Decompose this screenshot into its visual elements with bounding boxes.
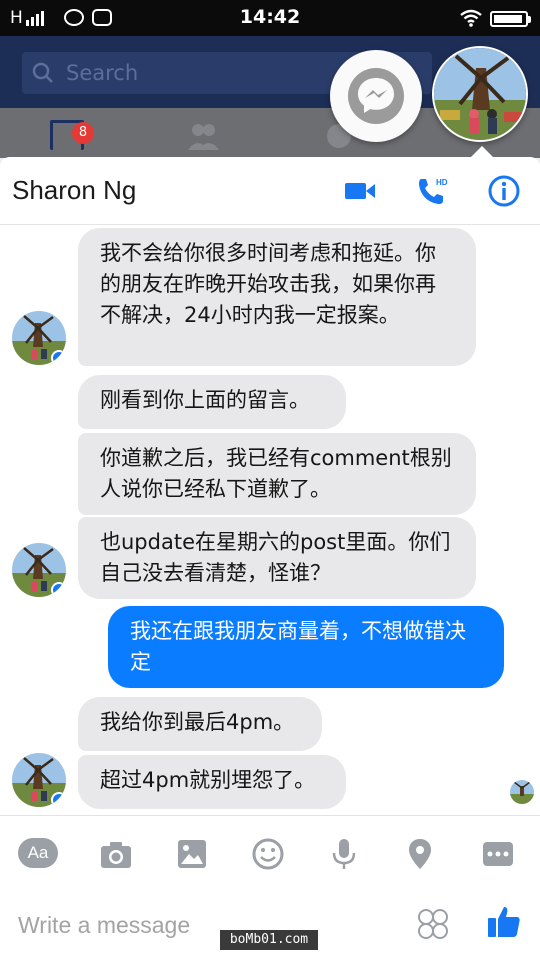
message-bubble[interactable]: 超过4pm就别埋怨了。 [78,755,346,809]
info-icon[interactable] [486,173,522,209]
hd-voice-call-icon[interactable]: HD [414,173,450,209]
text-format-button[interactable]: Aa [18,838,58,868]
messenger-badge-icon [51,582,66,597]
battery-fill [494,15,522,23]
messenger-icon [348,68,404,124]
sent-message-bubble[interactable]: 我还在跟我朋友商量着，不想做错决定 [108,606,504,688]
search-placeholder: Search [66,61,139,85]
messenger-badge-icon [51,350,66,365]
contact-avatar[interactable] [12,753,66,807]
more-icon[interactable] [478,834,518,874]
message-bubble[interactable]: 我不会给你很多时间考虑和拖延。你的朋友在昨晚开始攻击我，如果你再不解决，24小时… [78,228,476,366]
watermark-label: boMb01.com [220,930,318,950]
message-bubble[interactable]: 我给你到最后4pm。 [78,697,322,751]
camera-icon[interactable] [96,834,136,874]
messenger-chat-window: Sharon Ng HD 我不会给你很多时间考虑和拖延。你的朋友在昨晚开始攻击我… [0,157,540,960]
contact-avatar[interactable] [12,543,66,597]
message-bubble[interactable]: 你道歉之后，我已经有comment根别人说你已经私下道歉了。 [78,433,476,515]
chat-header: Sharon Ng HD [0,157,540,225]
battery-icon [490,11,531,27]
message-bubble[interactable]: 也update在星期六的post里面。你们自己没去看清楚，怪谁？ [78,517,476,599]
search-icon [32,62,53,83]
composer-toolbar: Aa [0,815,540,889]
video-call-icon[interactable] [342,173,378,209]
seen-receipt-avatar [510,780,534,804]
messenger-badge-icon [51,792,66,807]
notification-badge: 8 [72,122,94,144]
contact-avatar[interactable] [12,311,66,365]
sticker-icon[interactable] [416,907,450,941]
message-thread: 我不会给你很多时间考虑和拖延。你的朋友在昨晚开始攻击我，如果你再不解决，24小时… [0,225,540,815]
friends-tab-icon[interactable] [186,120,220,150]
contact-name[interactable]: Sharon Ng [12,175,136,206]
message-bubble[interactable]: 刚看到你上面的留言。 [78,375,346,429]
wifi-icon [460,9,482,27]
svg-text:HD: HD [436,178,448,187]
microphone-icon[interactable] [324,834,364,874]
clock: 14:42 [239,6,301,28]
emoji-icon[interactable] [248,834,288,874]
messenger-chat-head[interactable] [330,50,422,142]
status-bar: H 14:42 [0,0,540,36]
location-icon[interactable] [400,834,440,874]
contact-chat-head-avatar[interactable] [432,46,528,142]
like-thumbs-up-icon[interactable] [484,901,524,941]
gallery-icon[interactable] [172,834,212,874]
